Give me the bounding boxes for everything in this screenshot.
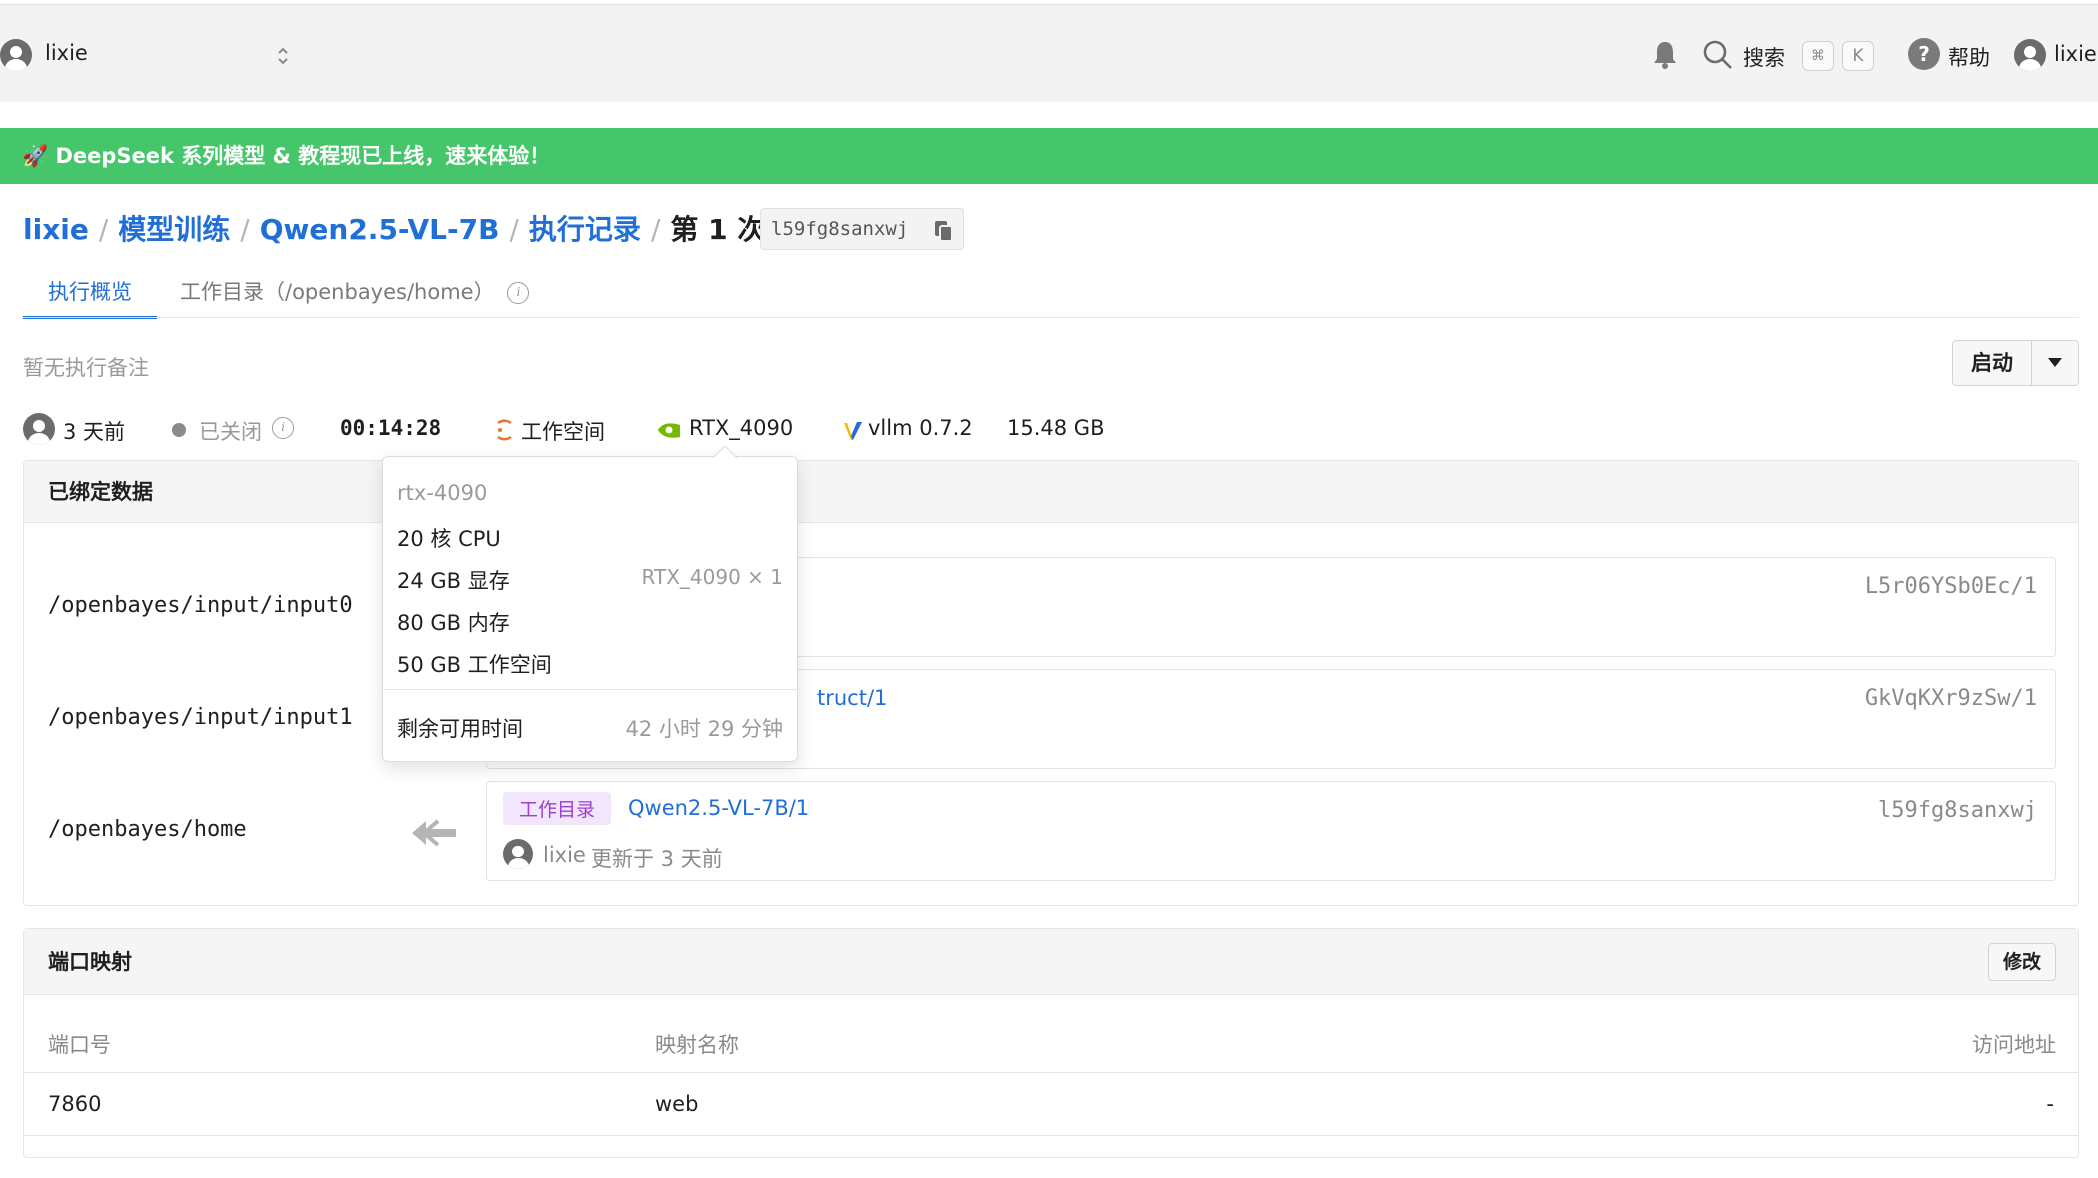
- port-table-header: 端口号 映射名称 访问地址: [24, 1013, 2078, 1073]
- help-icon: ?: [1908, 38, 1940, 70]
- notification-bell-icon[interactable]: [1650, 39, 1680, 71]
- mount-card[interactable]: 工作目录 Qwen2.5-VL-7B/1 l59fg8sanxwj lixie …: [486, 781, 2056, 881]
- breadcrumb-user[interactable]: lixie: [23, 213, 89, 246]
- col-mapping-name: 映射名称: [655, 1033, 739, 1057]
- user-name: lixie: [2054, 42, 2097, 66]
- top-bar: lixie 搜索 ⌘ K ? 帮助 lixie: [0, 4, 2098, 102]
- vllm-icon: [844, 422, 862, 440]
- gpu-spec-memory: 80 GB 内存: [397, 611, 510, 635]
- tab-workdir[interactable]: 工作目录（/openbayes/home） i: [180, 276, 530, 306]
- col-access-url: 访问地址: [1972, 1033, 2056, 1057]
- run-note[interactable]: 暂无执行备注: [23, 352, 149, 382]
- workspace-icon: [497, 419, 512, 441]
- start-button-group: 启动: [1952, 340, 2079, 386]
- start-dropdown-toggle[interactable]: [2032, 341, 2078, 385]
- run-id: l59fg8sanxwj: [771, 218, 909, 240]
- mount-link[interactable]: Qwen2.5-VL-7B/1: [628, 796, 809, 820]
- runtime-label: vllm 0.7.2: [868, 416, 973, 440]
- gpu-spec-cpu: 20 核 CPU: [397, 527, 501, 551]
- created-time: 3 天前: [63, 420, 126, 444]
- mount-id: l59fg8sanxwj: [1878, 798, 2037, 823]
- tab-overview[interactable]: 执行概览: [23, 276, 157, 319]
- gpu-info-popover: rtx-4090 20 核 CPU 24 GB 显存 RTX_4090 × 1 …: [382, 446, 798, 762]
- search-label: 搜索: [1743, 46, 1785, 70]
- popover-arrow: [713, 446, 737, 458]
- breadcrumb-separator: /: [509, 213, 519, 246]
- table-row: 7860 web -: [24, 1074, 2078, 1136]
- banner-text: 🚀 DeepSeek 系列模型 & 教程现已上线，速来体验！: [22, 144, 551, 168]
- run-id-box: l59fg8sanxwj: [760, 208, 964, 250]
- storage-size: 15.48 GB: [1007, 416, 1105, 440]
- breadcrumb-runs[interactable]: 执行记录: [529, 213, 641, 246]
- bound-data-title: 已绑定数据: [24, 461, 2078, 523]
- nvidia-icon: [658, 423, 680, 438]
- user-avatar: [2014, 39, 2046, 71]
- mount-id: L5r06YSb0Ec/1: [1864, 574, 2037, 599]
- mount-updated-text: 更新于 3 天前: [591, 847, 723, 871]
- chevron-updown-icon: [278, 47, 288, 65]
- remaining-time-value: 42 小时 29 分钟: [625, 717, 783, 741]
- workspace-label: 工作空间: [521, 420, 605, 444]
- caret-down-icon: [2048, 358, 2062, 367]
- creator-avatar: [23, 413, 55, 445]
- gpu-spec-vram: 24 GB 显存: [397, 569, 510, 593]
- bound-data-panel: 已绑定数据 /openbayes/input/input0 L5r06YSb0E…: [23, 460, 2079, 906]
- copy-icon[interactable]: [933, 219, 955, 243]
- workspace-name: lixie: [45, 41, 88, 65]
- mount-user-avatar: [503, 839, 533, 869]
- mapping-name-value: web: [655, 1092, 699, 1116]
- tabs-divider: [23, 317, 2079, 318]
- gpu-label[interactable]: RTX_4090: [689, 416, 793, 440]
- mount-user[interactable]: lixie: [543, 843, 586, 867]
- status-bar: 3 天前 已关闭 i 00:14:28 工作空间 RTX_4090 vllm 0…: [23, 411, 1123, 447]
- status-dot: [172, 423, 186, 437]
- help-button[interactable]: ? 帮助: [1908, 35, 1994, 75]
- search-kbd-cmd: ⌘: [1802, 41, 1834, 71]
- start-button[interactable]: 启动: [1953, 341, 2031, 385]
- duration: 00:14:28: [340, 416, 442, 440]
- gpu-count: RTX_4090 × 1: [641, 565, 783, 589]
- search-kbd-key: K: [1842, 41, 1874, 71]
- edit-ports-button[interactable]: 修改: [1988, 943, 2056, 981]
- info-icon[interactable]: i: [507, 282, 530, 304]
- workspace-switcher[interactable]: lixie: [0, 35, 300, 75]
- breadcrumb: lixie / 模型训练 / Qwen2.5-VL-7B / 执行记录 / 第 1 次执行: [23, 208, 821, 252]
- workspace-avatar: [0, 39, 32, 71]
- port-mapping-panel: 端口映射 修改 端口号 映射名称 访问地址 7860 web -: [23, 928, 2079, 1158]
- tab-workdir-label: 工作目录（/openbayes/home）: [180, 280, 495, 304]
- col-port: 端口号: [48, 1033, 111, 1057]
- breadcrumb-training[interactable]: 模型训练: [118, 213, 230, 246]
- port-value: 7860: [48, 1092, 102, 1116]
- announcement-banner[interactable]: 🚀 DeepSeek 系列模型 & 教程现已上线，速来体验！: [0, 128, 2098, 184]
- breadcrumb-separator: /: [240, 213, 250, 246]
- search-icon: [1703, 40, 1732, 69]
- status-info-icon[interactable]: i: [272, 417, 294, 439]
- workdir-tag: 工作目录: [503, 792, 612, 825]
- port-mapping-title: 端口映射 修改: [24, 929, 2078, 995]
- user-menu[interactable]: lixie: [2014, 35, 2098, 75]
- breadcrumb-project[interactable]: Qwen2.5-VL-7B: [260, 213, 500, 246]
- mount-path: /openbayes/home: [48, 817, 247, 842]
- mount-path: /openbayes/input/input1: [48, 705, 353, 730]
- port-mapping-title-text: 端口映射: [48, 950, 132, 974]
- mount-path: /openbayes/input/input0: [48, 593, 353, 618]
- access-url-value[interactable]: -: [2046, 1092, 2054, 1116]
- tab-overview-label: 执行概览: [48, 280, 132, 304]
- search-button[interactable]: 搜索 ⌘ K: [1700, 35, 1880, 75]
- status-text: 已关闭: [199, 420, 262, 444]
- remaining-time-label: 剩余可用时间: [397, 717, 523, 741]
- popup-divider: [383, 689, 797, 690]
- gpu-popup-title: rtx-4090: [397, 481, 488, 505]
- mount-direction-arrow-icon: [412, 819, 456, 847]
- mount-link[interactable]: truct/1: [817, 686, 887, 710]
- help-label: 帮助: [1948, 46, 1990, 70]
- breadcrumb-separator: /: [98, 213, 109, 246]
- mount-id: GkVqKXr9zSw/1: [1864, 686, 2037, 711]
- gpu-spec-workspace: 50 GB 工作空间: [397, 653, 552, 677]
- breadcrumb-separator: /: [650, 213, 661, 246]
